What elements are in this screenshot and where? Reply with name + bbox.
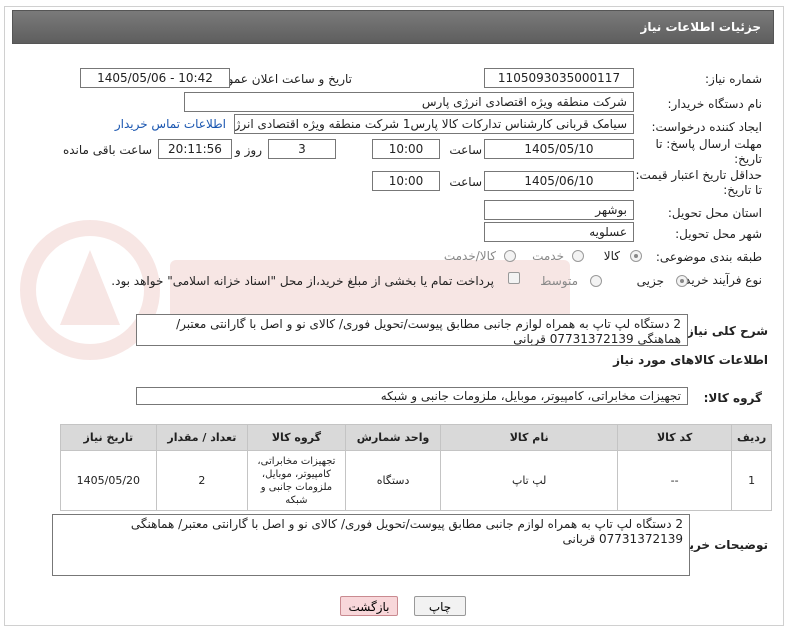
description-label: شرح کلی نیاز: <box>682 324 768 338</box>
province-label: استان محل تحویل: <box>667 206 762 220</box>
items-table: ردیف کد کالا نام کالا واحد شمارش گروه کا… <box>60 424 772 511</box>
description-text: 2 دستگاه لپ تاپ به همراه لوازم جانبی مطا… <box>176 317 681 346</box>
col-row: ردیف <box>731 424 772 451</box>
cell-row: 1 <box>731 450 772 511</box>
city-field: عسلویه <box>484 222 634 242</box>
price-deadline-date: 1405/06/10 <box>484 171 634 191</box>
items-section-title: اطلاعات کالاهای مورد نیاز <box>613 353 768 367</box>
price-deadline-label-1: حداقل تاریخ اعتبار قیمت: <box>635 168 762 182</box>
category-option-both: کالا/خدمت <box>443 249 496 263</box>
buyer-notes-textarea[interactable]: 2 دستگاه لپ تاپ به همراه لوازم جانبی مطا… <box>52 514 690 576</box>
purchase-option-minor: جزیی <box>636 274 664 288</box>
price-deadline-label-2: تا تاریخ: <box>723 183 762 197</box>
items-table-header: ردیف کد کالا نام کالا واحد شمارش گروه کا… <box>60 424 772 451</box>
col-name: نام کالا <box>440 424 618 451</box>
send-deadline-time-label: ساعت <box>449 143 482 157</box>
description-textarea[interactable]: 2 دستگاه لپ تاپ به همراه لوازم جانبی مطا… <box>136 314 688 346</box>
category-option-service: خدمت <box>532 249 564 263</box>
purchase-type-label: نوع فرآیند خرید : <box>677 273 762 287</box>
buyer-org-field: شرکت منطقه ویژه اقتصادی انرژی پارس <box>184 92 634 112</box>
need-number-label: شماره نیاز: <box>705 72 762 86</box>
requester-field: سیامک قربانی کارشناس تدارکات کالا پارس1 … <box>234 114 634 134</box>
treasury-checkbox[interactable] <box>508 272 520 284</box>
goods-group-label: گروه کالا: <box>703 391 762 405</box>
category-radio-goods[interactable] <box>630 250 642 262</box>
requester-label: ایجاد کننده درخواست: <box>651 120 762 134</box>
col-qty: تعداد / مقدار <box>155 424 249 451</box>
price-deadline-time: 10:00 <box>372 171 440 191</box>
cell-code: -- <box>616 450 733 511</box>
print-button[interactable]: چاپ <box>414 596 466 616</box>
page-title: جزئیات اطلاعات نیاز <box>640 20 761 34</box>
back-button[interactable]: بازگشت <box>340 596 398 616</box>
category-option-goods: کالا <box>603 249 620 263</box>
col-unit: واحد شمارش <box>344 424 442 451</box>
purchase-radio-minor[interactable] <box>676 275 688 287</box>
category-radio-both[interactable] <box>504 250 516 262</box>
buyer-org-label: نام دستگاه خریدار: <box>667 97 763 111</box>
remaining-time: 20:11:56 <box>158 139 232 159</box>
remaining-days-label: روز و <box>235 143 262 157</box>
remaining-days: 3 <box>268 139 336 159</box>
table-row: 1 -- لپ تاپ دستگاه تجهیزات مخابراتی، کام… <box>60 450 772 511</box>
city-label: شهر محل تحویل: <box>675 227 762 241</box>
col-date: تاریخ نیاز <box>60 424 157 451</box>
send-deadline-label-1: مهلت ارسال پاسخ: تا <box>655 137 762 151</box>
page-header: جزئیات اطلاعات نیاز <box>12 10 774 44</box>
send-deadline-time: 10:00 <box>372 139 440 159</box>
buyer-contact-link[interactable]: اطلاعات تماس خریدار <box>115 117 226 131</box>
buyer-notes-text: 2 دستگاه لپ تاپ به همراه لوازم جانبی مطا… <box>130 517 683 546</box>
treasury-note: پرداخت تمام یا بخشی از مبلغ خرید،از محل … <box>111 274 494 288</box>
cell-unit: دستگاه <box>344 450 442 511</box>
cell-qty: 2 <box>155 450 249 511</box>
col-group: گروه کالا <box>247 424 346 451</box>
category-label: طبقه بندی موضوعی: <box>655 250 762 264</box>
announce-field: 1405/05/06 - 10:42 <box>80 68 230 88</box>
cell-date: 1405/05/20 <box>60 450 157 511</box>
send-deadline-date: 1405/05/10 <box>484 139 634 159</box>
need-number-field: 1105093035000117 <box>484 68 634 88</box>
cell-name: لپ تاپ <box>440 450 618 511</box>
purchase-option-medium: متوسط <box>540 274 578 288</box>
goods-group-field: تجهیزات مخابراتی، کامپیوتر، موبایل، ملزو… <box>136 387 688 405</box>
col-code: کد کالا <box>616 424 733 451</box>
purchase-radio-medium[interactable] <box>590 275 602 287</box>
price-deadline-time-label: ساعت <box>449 175 482 189</box>
cell-group: تجهیزات مخابراتی، کامپیوتر، موبایل، ملزو… <box>247 450 346 511</box>
category-radio-service[interactable] <box>572 250 584 262</box>
province-field: بوشهر <box>484 200 634 220</box>
remaining-time-label: ساعت باقی مانده <box>62 143 152 157</box>
send-deadline-label-2: تاریخ: <box>734 152 762 166</box>
